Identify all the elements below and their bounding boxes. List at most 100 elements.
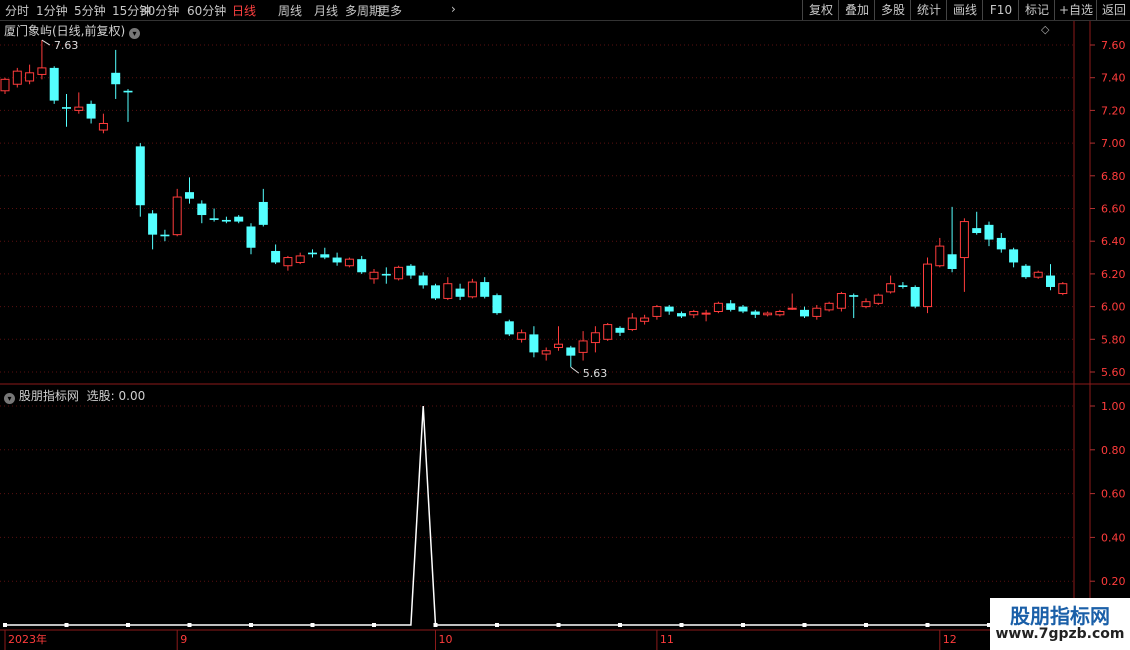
candle-73 <box>898 282 908 289</box>
candle-79 <box>972 211 982 235</box>
candle-64 <box>787 293 797 310</box>
candle-body <box>381 273 391 276</box>
indicator-name: 股朋指标网 <box>18 389 79 403</box>
candle-28 <box>344 257 354 268</box>
high-pointer <box>41 39 51 46</box>
candle-22 <box>271 244 281 265</box>
candle-body <box>836 293 846 309</box>
indicator-marker-15 <box>925 623 930 627</box>
x-tick-label-3: 11 <box>660 633 674 646</box>
candle-body <box>74 106 84 111</box>
action-button-1[interactable]: 叠加 <box>838 0 875 20</box>
candle-9 <box>111 49 121 99</box>
candle-body <box>959 221 969 259</box>
watermark: 股朋指标网 www.7gpzb.com <box>990 598 1130 650</box>
candle-body <box>221 219 231 222</box>
candle-33 <box>406 264 416 279</box>
candle-85 <box>1046 264 1055 291</box>
candle-body <box>86 103 96 119</box>
period-tab-10[interactable]: 更多 <box>378 2 402 19</box>
candle-body <box>160 234 170 237</box>
candle-body <box>369 271 379 280</box>
candle-12 <box>148 210 158 250</box>
candle-6 <box>74 92 84 114</box>
candle-58 <box>713 301 723 314</box>
candle-body <box>344 258 354 267</box>
period-tab-1[interactable]: 1分钟 <box>36 2 68 19</box>
action-button-8[interactable]: 返回 <box>1096 0 1130 20</box>
candle-body <box>775 311 785 316</box>
action-button-6[interactable]: 标记 <box>1018 0 1055 20</box>
candle-42 <box>517 329 527 343</box>
more-arrow-icon[interactable]: › <box>451 2 456 16</box>
diamond-icon[interactable]: ◇ <box>1041 23 1049 36</box>
candle-body <box>25 72 35 82</box>
candle-body <box>873 294 883 304</box>
candle-35 <box>431 283 440 301</box>
action-button-5[interactable]: F10 <box>982 0 1019 20</box>
indicator-marker-10 <box>618 623 622 627</box>
candle-body <box>713 302 723 313</box>
period-tab-6[interactable]: 日线 <box>232 2 256 19</box>
candle-body <box>443 283 453 299</box>
y-tick-label-3: 7.00 <box>1101 137 1126 150</box>
action-button-3[interactable]: 统计 <box>910 0 947 20</box>
price-chart[interactable]: 7.60 7.40 7.20 7.00 6.80 6.60 6.40 6.20 6.00 5.80… <box>0 0 1130 650</box>
candle-16 <box>197 200 207 224</box>
candle-body <box>886 283 896 293</box>
candle-body <box>271 251 281 263</box>
candle-body <box>332 257 342 263</box>
candle-body <box>910 286 920 307</box>
candle-21 <box>258 188 268 227</box>
candle-31 <box>381 267 391 284</box>
period-tab-0[interactable]: 分时 <box>5 2 29 19</box>
action-button-7[interactable]: +自选 <box>1054 0 1097 20</box>
candle-55 <box>677 311 686 319</box>
candle-body <box>578 340 588 353</box>
candle-body <box>295 255 305 263</box>
indicator-marker-13 <box>802 623 807 627</box>
candle-53 <box>652 304 662 320</box>
watermark-url: www.7gpzb.com <box>995 626 1125 642</box>
candle-body <box>504 321 514 335</box>
period-tab-5[interactable]: 60分钟 <box>187 2 226 19</box>
candle-65 <box>800 306 809 319</box>
candle-38 <box>467 278 477 299</box>
candle-body <box>812 307 822 317</box>
candle-body <box>763 312 773 316</box>
candle-body <box>800 309 809 317</box>
action-button-0[interactable]: 复权 <box>802 0 839 20</box>
candle-60 <box>738 304 748 314</box>
candle-83 <box>1021 264 1031 279</box>
y-tick-label-6: 6.40 <box>1101 235 1126 248</box>
candle-body <box>972 228 982 234</box>
candle-body <box>726 303 736 310</box>
high-label: 7.63 <box>54 39 79 52</box>
candle-body <box>935 245 945 267</box>
candle-77 <box>947 206 957 273</box>
candle-0 <box>0 77 10 95</box>
action-button-4[interactable]: 画线 <box>946 0 983 20</box>
period-tab-8[interactable]: 月线 <box>314 2 338 19</box>
candle-body <box>996 237 1006 250</box>
period-tab-7[interactable]: 周线 <box>278 2 302 19</box>
candle-body <box>308 252 317 255</box>
candle-body <box>787 307 797 310</box>
candle-body <box>246 226 256 248</box>
period-tab-2[interactable]: 5分钟 <box>74 2 106 19</box>
chevron-down-icon[interactable]: ▾ <box>129 28 141 39</box>
candle-61 <box>750 309 760 319</box>
candle-70 <box>861 298 871 309</box>
candle-2 <box>25 64 35 85</box>
period-tab-4[interactable]: 30分钟 <box>140 2 179 19</box>
candle-80 <box>984 221 994 247</box>
candle-body <box>517 332 527 340</box>
main-panel-title-bar: 厦门象屿(日线,前复权) ▾ <box>4 22 141 39</box>
candle-52 <box>640 314 650 325</box>
candle-32 <box>394 265 404 281</box>
period-tab-9[interactable]: 多周期 <box>345 2 381 19</box>
candle-40 <box>492 293 502 315</box>
action-button-2[interactable]: 多股 <box>874 0 911 20</box>
chevron-down-icon[interactable]: ▾ <box>4 393 15 404</box>
candle-20 <box>246 223 256 255</box>
